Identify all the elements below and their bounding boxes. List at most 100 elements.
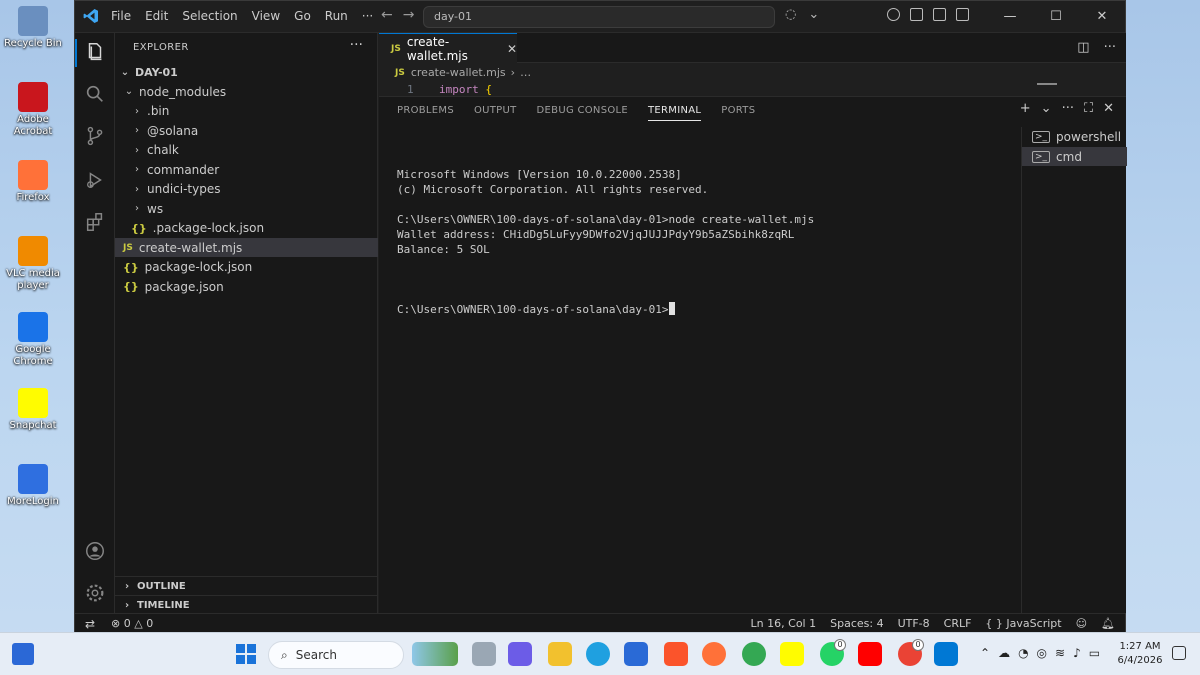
explorer-icon[interactable] — [84, 41, 106, 63]
end-of-line[interactable]: CRLF — [944, 617, 972, 630]
location-icon[interactable]: ◎ — [1037, 646, 1047, 660]
firefox-icon[interactable] — [702, 642, 726, 666]
minimize-icon[interactable]: — — [987, 1, 1033, 31]
remote-icon[interactable]: ⇄ — [75, 614, 105, 633]
workspace-root[interactable]: ⌄ DAY-01 — [115, 63, 378, 82]
tree-item[interactable]: › commander — [115, 160, 378, 179]
desktop-icon[interactable]: VLC media player — [4, 236, 62, 292]
windows-start-icon[interactable] — [236, 644, 256, 664]
toggle-secondary-sidebar-icon[interactable] — [956, 8, 969, 21]
breadcrumb-more[interactable]: … — [520, 66, 531, 79]
tree-item[interactable]: ⌄ node_modules — [115, 82, 378, 101]
cloud-icon[interactable]: ☁ — [998, 646, 1010, 660]
tree-item[interactable]: › chalk — [115, 141, 378, 160]
menu-item[interactable]: Run — [325, 9, 348, 23]
panel-tab[interactable]: OUTPUT — [474, 105, 517, 121]
encoding[interactable]: UTF-8 — [898, 617, 930, 630]
breadcrumb-file[interactable]: create-wallet.mjs — [411, 66, 506, 79]
split-editor-icon[interactable]: ◫ — [1077, 40, 1089, 55]
maximize-panel-icon[interactable]: ⛶ — [1084, 101, 1093, 116]
file-explorer-icon[interactable] — [548, 642, 572, 666]
tree-item[interactable]: › @solana — [115, 121, 378, 140]
microsoft-store-icon[interactable] — [624, 642, 648, 666]
vscode-taskbar-icon[interactable] — [934, 642, 958, 666]
more-actions-icon[interactable]: ··· — [350, 37, 363, 53]
forward-arrow-icon[interactable]: → — [403, 7, 415, 23]
widgets-icon[interactable] — [12, 643, 34, 665]
close-icon[interactable]: ✕ — [1079, 1, 1125, 31]
indentation[interactable]: Spaces: 4 — [830, 617, 883, 630]
run-debug-icon[interactable] — [84, 169, 106, 191]
toggle-primary-sidebar-icon[interactable] — [910, 8, 923, 21]
timeline-section[interactable]: › TIMELINE — [115, 595, 378, 614]
new-terminal-icon[interactable]: + — [1020, 101, 1031, 116]
taskbar-search[interactable]: ⌕ Search — [268, 641, 404, 669]
more-actions-icon[interactable]: ··· — [1104, 40, 1116, 55]
battery-icon[interactable]: ▭ — [1089, 646, 1100, 660]
terminal-instance[interactable]: >_ cmd — [1022, 147, 1127, 166]
copilot-icon[interactable]: ◌ — [785, 7, 796, 22]
language-mode[interactable]: { } JavaScript — [985, 617, 1061, 630]
terminal-instance[interactable]: >_ powershell — [1022, 127, 1127, 146]
notifications-bell-icon[interactable]: 🔔︎ — [1101, 617, 1115, 630]
copilot-status-icon[interactable]: ☺ — [1076, 617, 1087, 630]
outline-section[interactable]: › OUTLINE — [115, 576, 378, 595]
desktop-icon[interactable]: Firefox — [4, 160, 62, 204]
minimap[interactable] — [1037, 83, 1057, 95]
panel-tab[interactable]: PORTS — [721, 105, 755, 121]
desktop-icon[interactable]: MoreLogin — [4, 464, 62, 508]
menu-item[interactable]: Go — [294, 9, 311, 23]
extensions-icon[interactable] — [84, 211, 106, 233]
source-control-icon[interactable] — [84, 125, 106, 147]
notification-center-icon[interactable] — [1172, 646, 1186, 660]
chat-icon[interactable]: ◔ — [1018, 646, 1028, 660]
menu-item[interactable]: File — [111, 9, 131, 23]
close-panel-icon[interactable]: ✕ — [1103, 101, 1114, 116]
search-icon[interactable] — [84, 83, 106, 105]
tree-item[interactable]: › ws — [115, 199, 378, 218]
chevron-up-icon[interactable]: ⌃ — [980, 646, 990, 660]
teams-chat-icon[interactable] — [508, 642, 532, 666]
panel-tab[interactable]: TERMINAL — [648, 105, 702, 121]
desktop-icon[interactable]: Adobe Acrobat — [4, 82, 62, 138]
chevron-down-icon[interactable]: ⌄ — [1041, 101, 1052, 116]
tree-item[interactable]: {} .package-lock.json — [115, 219, 378, 238]
panel-tab[interactable]: DEBUG CONSOLE — [537, 105, 628, 121]
command-center[interactable]: day-01 — [423, 6, 775, 28]
cursor-position[interactable]: Ln 16, Col 1 — [751, 617, 817, 630]
more-actions-icon[interactable]: ··· — [1062, 101, 1074, 116]
news-widget-icon[interactable] — [412, 642, 458, 666]
task-view-icon[interactable] — [472, 642, 496, 666]
accounts-icon[interactable] — [84, 540, 106, 562]
tree-item[interactable]: › undici-types — [115, 180, 378, 199]
desktop-icon[interactable]: Google Chrome — [4, 312, 62, 368]
gear-icon[interactable] — [84, 582, 106, 604]
menu-item[interactable]: ··· — [362, 9, 373, 23]
close-tab-icon[interactable]: ✕ — [507, 42, 517, 56]
terminal-output[interactable]: Microsoft Windows [Version 10.0.22000.25… — [397, 137, 1017, 347]
tree-item[interactable]: JS create-wallet.mjs — [115, 238, 378, 257]
tab-create-wallet[interactable]: JS create-wallet.mjs ✕ — [379, 33, 517, 63]
problems-status[interactable]: ⊗ 0 △ 0 — [111, 617, 153, 630]
wifi-icon[interactable]: ≋ — [1055, 646, 1065, 660]
menu-item[interactable]: Edit — [145, 9, 168, 23]
volume-icon[interactable]: ♪ — [1073, 646, 1081, 660]
back-arrow-icon[interactable]: ← — [381, 7, 393, 23]
tree-item[interactable]: {} package.json — [115, 277, 378, 296]
tree-item[interactable]: › .bin — [115, 102, 378, 121]
brave-icon[interactable] — [664, 642, 688, 666]
maximize-icon[interactable]: ☐ — [1033, 1, 1079, 31]
chevron-down-icon[interactable]: ⌄ — [808, 7, 819, 22]
clock[interactable]: 1:27 AM 6/4/2026 — [1116, 640, 1164, 668]
accounts-shield-icon[interactable] — [887, 8, 900, 21]
edge-icon[interactable] — [586, 642, 610, 666]
desktop-icon[interactable]: Recycle Bin — [4, 6, 62, 50]
toggle-panel-icon[interactable] — [933, 8, 946, 21]
desktop-icon[interactable]: Snapchat — [4, 388, 62, 432]
menu-item[interactable]: View — [252, 9, 280, 23]
chrome-icon[interactable] — [742, 642, 766, 666]
snapchat-icon[interactable] — [780, 642, 804, 666]
tree-item[interactable]: {} package-lock.json — [115, 258, 378, 277]
panel-tab[interactable]: PROBLEMS — [397, 105, 454, 121]
menu-item[interactable]: Selection — [182, 9, 237, 23]
